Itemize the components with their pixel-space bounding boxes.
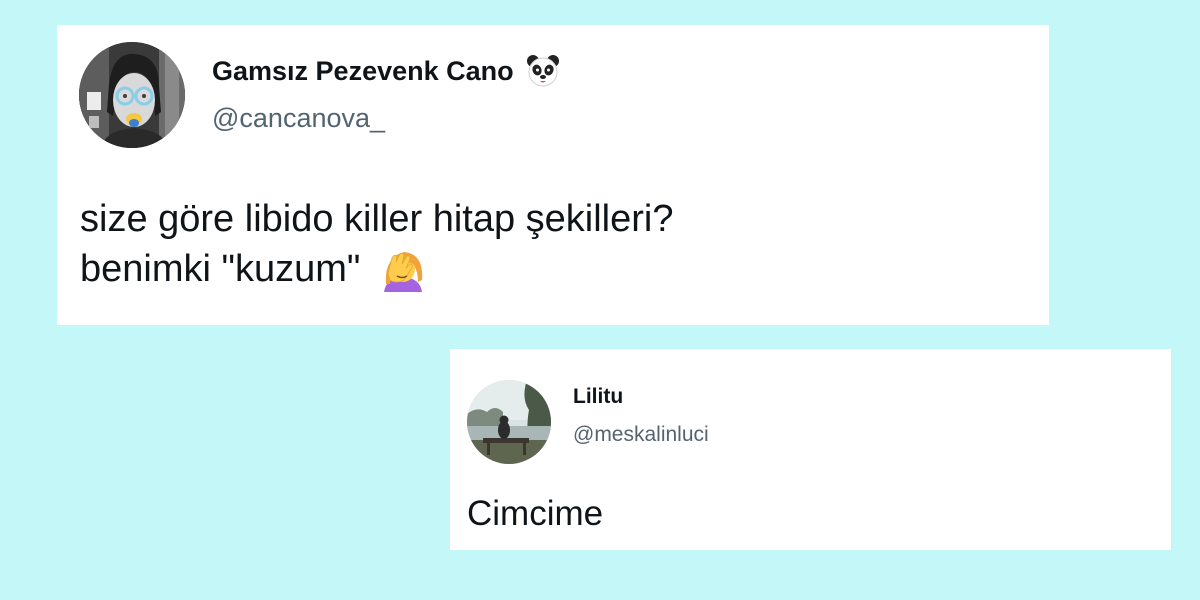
- reply-author-name[interactable]: Lilitu: [573, 383, 623, 411]
- main-author-avatar[interactable]: [79, 42, 185, 148]
- main-tweet-text: size göre libido killer hitap şekilleri?…: [80, 194, 674, 294]
- reply-author-avatar-image: [467, 380, 551, 464]
- main-tweet-line-1: size göre libido killer hitap şekilleri?: [80, 198, 674, 240]
- main-author-avatar-image: [79, 42, 185, 148]
- main-tweet-card: Gamsız Pezevenk Cano @cancanova_ size gö…: [57, 25, 1049, 325]
- main-author-name-text: Gamsız Pezevenk Cano: [212, 56, 514, 86]
- reply-tweet-card: Lilitu @meskalinluci Cimcime: [450, 349, 1171, 550]
- main-author-handle[interactable]: @cancanova_: [212, 100, 385, 136]
- main-author-name[interactable]: Gamsız Pezevenk Cano: [212, 53, 560, 89]
- reply-author-avatar[interactable]: [467, 380, 551, 464]
- panda-icon: [526, 54, 560, 88]
- reply-author-handle[interactable]: @meskalinluci: [573, 421, 709, 449]
- reply-tweet-text: Cimcime: [467, 494, 604, 533]
- main-tweet-line-2: benimki "kuzum": [80, 244, 674, 294]
- main-tweet-line-2-text: benimki "kuzum": [80, 248, 361, 290]
- woman-facepalming-icon: [380, 244, 426, 292]
